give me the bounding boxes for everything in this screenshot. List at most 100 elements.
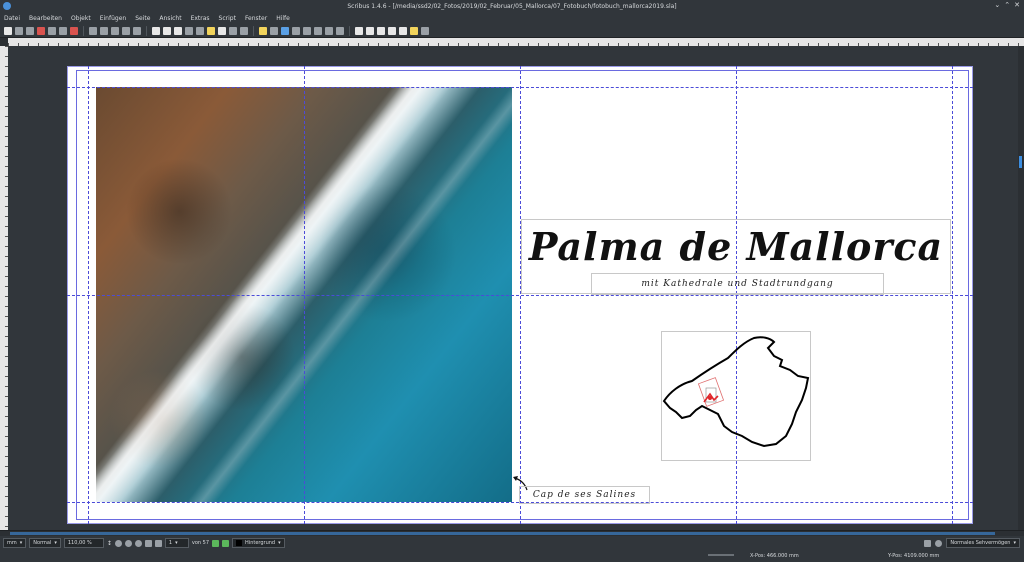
rotate-icon[interactable] bbox=[259, 26, 267, 35]
menu-objekt[interactable]: Objekt bbox=[71, 15, 91, 22]
status-toolbar: mm ▾ Normal ▾ 110,00 % ↕ 1 ▾ von 57 Hinterg… bbox=[0, 536, 1024, 550]
text-annotation-icon[interactable] bbox=[410, 26, 418, 35]
first-page-icon[interactable] bbox=[144, 539, 152, 547]
preview-toggle-icon[interactable] bbox=[924, 539, 932, 547]
zoom-100-icon[interactable] bbox=[124, 539, 132, 547]
save-icon[interactable] bbox=[26, 26, 34, 35]
next-page-icon[interactable] bbox=[212, 539, 220, 547]
cut-icon[interactable] bbox=[111, 26, 119, 35]
polygon-icon[interactable] bbox=[218, 26, 226, 35]
chevron-down-icon: ▾ bbox=[278, 540, 281, 546]
menu-bearbeiten[interactable]: Bearbeiten bbox=[29, 15, 62, 22]
toolbar-separator bbox=[146, 25, 147, 36]
mallorca-map-frame[interactable] bbox=[661, 331, 811, 461]
layer-select[interactable]: Hintergrund ▾ bbox=[232, 538, 285, 548]
scribus-window: Scribus 1.4.6 - [/media/ssd2/02_Fotos/20… bbox=[0, 0, 1024, 562]
guide-line[interactable] bbox=[304, 66, 305, 524]
zoom-icon[interactable] bbox=[270, 26, 278, 35]
line-icon[interactable] bbox=[229, 26, 237, 35]
color-management-icon[interactable] bbox=[935, 539, 943, 547]
menu-extras[interactable]: Extras bbox=[191, 15, 210, 22]
horizontal-ruler[interactable] bbox=[8, 38, 1024, 46]
unlink-frames-icon[interactable] bbox=[303, 26, 311, 35]
edit-contents-icon[interactable] bbox=[281, 26, 289, 35]
guide-line[interactable] bbox=[520, 66, 521, 524]
preview-mode-select[interactable]: Normal ▾ bbox=[29, 538, 61, 548]
measure-icon[interactable] bbox=[314, 26, 322, 35]
bezier-icon[interactable] bbox=[240, 26, 248, 35]
menu-hilfe[interactable]: Hilfe bbox=[276, 15, 290, 22]
pdf-listbox-icon[interactable] bbox=[399, 26, 407, 35]
previous-page-icon[interactable] bbox=[154, 539, 162, 547]
zoom-out-icon[interactable] bbox=[114, 539, 122, 547]
maximize-icon[interactable]: ⌃ bbox=[1004, 1, 1010, 9]
chevron-down-icon: ▾ bbox=[54, 540, 57, 546]
menu-fenster[interactable]: Fenster bbox=[245, 15, 267, 22]
pdf-combobox-icon[interactable] bbox=[388, 26, 396, 35]
pdf-checkbox-icon[interactable] bbox=[377, 26, 385, 35]
toolbar-separator bbox=[83, 25, 84, 36]
window-title: Scribus 1.4.6 - [/media/ssd2/02_Fotos/20… bbox=[347, 2, 677, 10]
link-annotation-icon[interactable] bbox=[421, 26, 429, 35]
vertical-ruler[interactable] bbox=[0, 46, 8, 530]
menu-datei[interactable]: Datei bbox=[4, 15, 20, 22]
image-frame-icon[interactable] bbox=[174, 26, 182, 35]
menu-script[interactable]: Script bbox=[219, 15, 236, 22]
toolbar-separator bbox=[253, 25, 254, 36]
mallorca-map-outline bbox=[662, 336, 810, 448]
y-position-readout: Y-Pos: 4109.000 mm bbox=[888, 553, 940, 559]
last-page-icon[interactable] bbox=[222, 539, 230, 547]
page-title: Palma de Mallorca bbox=[528, 223, 944, 269]
unit-select[interactable]: mm ▾ bbox=[3, 538, 27, 548]
window-controls: ⌄ ⌃ ✕ bbox=[994, 1, 1020, 9]
menu-ansicht[interactable]: Ansicht bbox=[159, 15, 181, 22]
chevron-down-icon: ▾ bbox=[1013, 540, 1016, 546]
close-icon[interactable]: ✕ bbox=[1014, 1, 1020, 9]
shape-icon[interactable] bbox=[207, 26, 215, 35]
pdf-button-icon[interactable] bbox=[355, 26, 363, 35]
link-frames-icon[interactable] bbox=[292, 26, 300, 35]
redo-icon[interactable] bbox=[100, 26, 108, 35]
guide-line[interactable] bbox=[88, 66, 89, 524]
status-bar: X-Pos: 466.000 mm Y-Pos: 4109.000 mm bbox=[0, 550, 1024, 562]
title-bar: Scribus 1.4.6 - [/media/ssd2/02_Fotos/20… bbox=[0, 0, 1024, 12]
pdf-textfield-icon[interactable] bbox=[366, 26, 374, 35]
copy-properties-icon[interactable] bbox=[325, 26, 333, 35]
copy-icon[interactable] bbox=[122, 26, 130, 35]
print-icon[interactable] bbox=[48, 26, 56, 35]
caption-text-frame[interactable]: Cap de ses Salines bbox=[519, 486, 650, 504]
zoom-stepper-icon[interactable]: ↕ bbox=[107, 540, 112, 547]
render-frame-icon[interactable] bbox=[185, 26, 193, 35]
pdf-export-icon[interactable] bbox=[70, 26, 78, 35]
chevron-down-icon: ▾ bbox=[175, 540, 178, 546]
horizontal-scroll-thumb[interactable] bbox=[10, 532, 995, 535]
toolbar-separator bbox=[349, 25, 350, 36]
main-toolbar bbox=[0, 24, 1024, 38]
layer-color-swatch bbox=[236, 540, 243, 546]
chevron-down-icon: ▾ bbox=[19, 540, 23, 546]
minimize-icon[interactable]: ⌄ bbox=[994, 1, 1000, 9]
undo-icon[interactable] bbox=[89, 26, 97, 35]
open-document-icon[interactable] bbox=[15, 26, 23, 35]
zoom-in-icon[interactable] bbox=[134, 539, 142, 547]
photo-caption: Cap de ses Salines bbox=[532, 490, 637, 500]
zoom-input[interactable]: 110,00 % bbox=[63, 538, 104, 548]
table-icon[interactable] bbox=[196, 26, 204, 35]
guide-line[interactable] bbox=[952, 66, 953, 524]
preflight-icon[interactable] bbox=[59, 26, 67, 35]
vertical-scrollbar[interactable] bbox=[1018, 46, 1024, 530]
progress-slider bbox=[708, 554, 734, 556]
subtitle-text-frame[interactable]: mit Kathedrale und Stadtrundgang bbox=[591, 273, 884, 295]
page-number-select[interactable]: 1 ▾ bbox=[164, 538, 189, 548]
scribus-logo-icon bbox=[3, 2, 11, 10]
text-frame-icon[interactable] bbox=[163, 26, 171, 35]
new-document-icon[interactable] bbox=[4, 26, 12, 35]
vertical-scroll-thumb[interactable] bbox=[1019, 156, 1022, 168]
close-document-icon[interactable] bbox=[37, 26, 45, 35]
menu-einfuegen[interactable]: Einfügen bbox=[100, 15, 126, 22]
select-tool-icon[interactable] bbox=[152, 26, 160, 35]
paste-icon[interactable] bbox=[133, 26, 141, 35]
menu-seite[interactable]: Seite bbox=[135, 15, 150, 22]
eyedropper-icon[interactable] bbox=[336, 26, 344, 35]
visibility-select[interactable]: Normales Sehvermögen ▾ bbox=[946, 538, 1020, 548]
